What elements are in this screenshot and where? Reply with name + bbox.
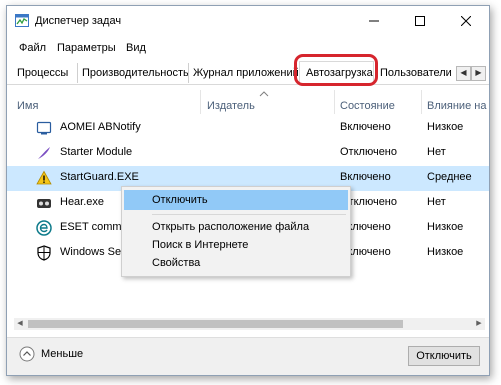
menu-view[interactable]: Вид (126, 42, 146, 54)
column-divider[interactable] (334, 90, 335, 114)
row-status: Включено (340, 171, 391, 183)
tab-performance[interactable]: Производительность (77, 63, 189, 83)
scrollbar-thumb[interactable] (28, 320, 403, 328)
menu-bar: Файл Параметры Вид (7, 39, 489, 57)
context-menu-properties[interactable]: Свойства (124, 253, 348, 273)
tab-strip: Процессы Производительность Журнал прило… (7, 61, 489, 85)
table-row[interactable]: Starter Module Отключено Нет (7, 141, 489, 166)
fewer-details-link[interactable]: Меньше (41, 348, 83, 360)
footer-bar: Меньше Отключить (7, 337, 489, 375)
context-menu-disable-label: Отключить (152, 194, 208, 206)
row-name: Windows Se (60, 246, 122, 258)
row-status: Включено (340, 121, 391, 133)
maximize-button[interactable] (397, 6, 443, 36)
sort-ascending-icon (259, 91, 269, 97)
row-impact: Низкое (427, 221, 464, 233)
column-status[interactable]: Состояние (340, 100, 395, 112)
window-title: Диспетчер задач (35, 15, 122, 27)
column-header: Имя Издатель Состояние Влияние на з (7, 88, 489, 114)
table-row[interactable]: AOMEI ABNotify Включено Низкое (7, 116, 489, 141)
scroll-left-icon[interactable]: ◀ (14, 318, 26, 330)
aomei-icon (36, 121, 52, 135)
row-name: Starter Module (60, 146, 133, 158)
context-menu-open-file-location[interactable]: Открыть расположение файла (124, 217, 348, 237)
row-impact: Низкое (427, 246, 464, 258)
column-divider[interactable] (421, 90, 422, 114)
row-impact: Нет (427, 196, 446, 208)
column-impact[interactable]: Влияние на з (427, 100, 489, 112)
starter-feather-icon (38, 147, 50, 159)
context-menu-open-file-location-label: Открыть расположение файла (152, 221, 310, 233)
hear-icon (37, 199, 51, 208)
context-menu: Отключить Открыть расположение файла Пои… (121, 186, 351, 277)
tab-scroll-right-icon[interactable]: ▶ (471, 66, 486, 81)
minimize-icon (369, 20, 379, 22)
warning-icon (36, 170, 52, 185)
context-menu-separator (152, 214, 346, 215)
close-button[interactable] (443, 6, 489, 36)
menu-file[interactable]: Файл (19, 42, 46, 54)
row-name: ESET comma (60, 221, 128, 233)
row-name: Hear.exe (60, 196, 105, 208)
menu-options[interactable]: Параметры (57, 42, 116, 54)
eset-icon (36, 220, 52, 236)
tab-app-history[interactable]: Журнал приложений (188, 63, 301, 83)
scroll-right-icon[interactable]: ▶ (473, 318, 485, 330)
disable-button[interactable]: Отключить (408, 346, 480, 366)
startup-tab-highlight (294, 54, 378, 86)
title-bar: Диспетчер задач (7, 6, 489, 36)
context-menu-search-online[interactable]: Поиск в Интернете (124, 235, 348, 255)
close-icon (461, 16, 471, 26)
context-menu-search-online-label: Поиск в Интернете (152, 239, 249, 251)
row-name: StartGuard.EXE (60, 171, 139, 183)
row-impact: Среднее (427, 171, 472, 183)
column-name[interactable]: Имя (17, 100, 38, 112)
tab-processes[interactable]: Процессы (17, 63, 75, 83)
maximize-icon (415, 16, 425, 26)
tab-users[interactable]: Пользователи (380, 63, 454, 83)
row-impact: Низкое (427, 121, 464, 133)
collapse-chevron-icon[interactable] (19, 346, 35, 362)
task-manager-icon (15, 14, 29, 27)
row-name: AOMEI ABNotify (60, 121, 141, 133)
row-status: Отключено (340, 146, 397, 158)
task-manager-window: Диспетчер задач Файл Параметры Вид Проце… (6, 5, 490, 376)
windows-security-shield-icon (37, 245, 51, 261)
column-divider[interactable] (200, 90, 201, 114)
horizontal-scrollbar[interactable]: ◀ ▶ (14, 318, 485, 330)
context-menu-properties-label: Свойства (152, 257, 201, 269)
column-publisher[interactable]: Издатель (207, 100, 255, 112)
tab-scroll-left-icon[interactable]: ◀ (456, 66, 471, 81)
row-impact: Нет (427, 146, 446, 158)
minimize-button[interactable] (351, 6, 397, 36)
context-menu-disable[interactable]: Отключить (124, 190, 348, 210)
